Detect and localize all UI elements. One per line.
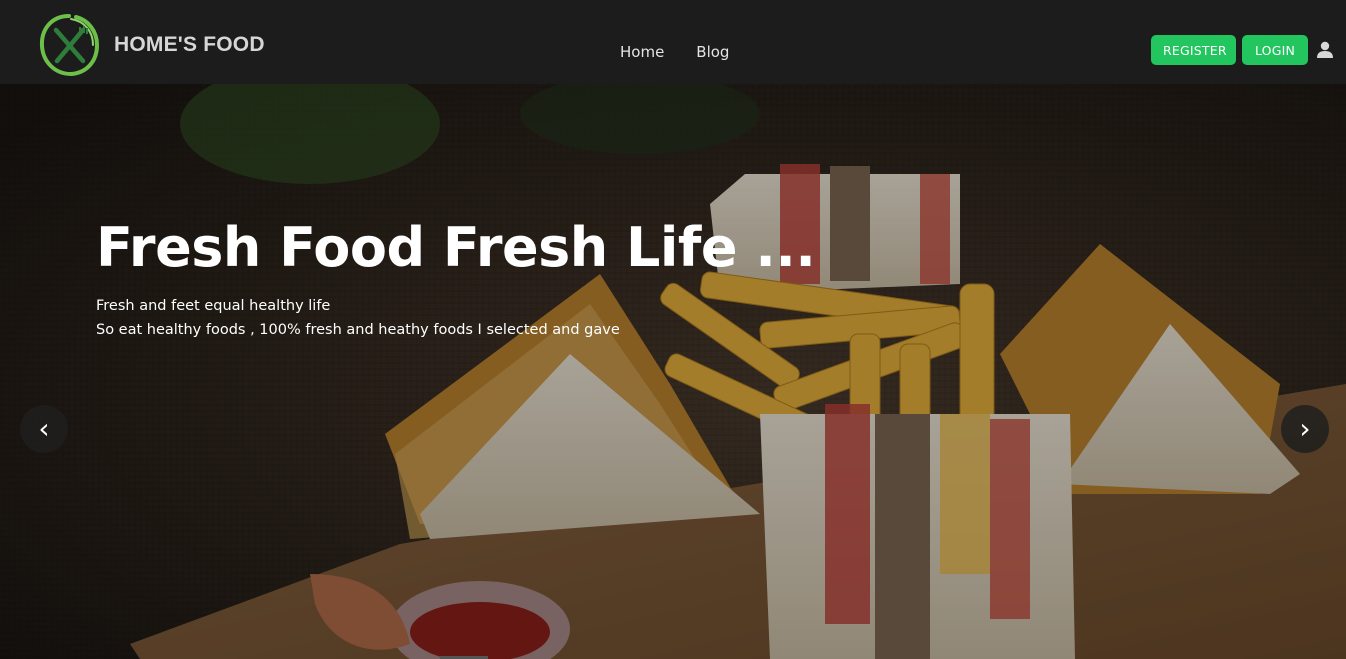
auth-actions: REGISTER LOGIN bbox=[1151, 35, 1334, 65]
navbar: HOME'S FOOD Home Blog REGISTER LOGIN bbox=[0, 0, 1346, 84]
register-button[interactable]: REGISTER bbox=[1151, 35, 1236, 65]
brand[interactable]: HOME'S FOOD bbox=[38, 13, 265, 77]
hero-subtitle: Fresh and feet equal healthy life So eat… bbox=[96, 294, 620, 342]
user-icon[interactable] bbox=[1316, 41, 1334, 59]
brand-name: HOME'S FOOD bbox=[114, 33, 265, 56]
hero-carousel: Fresh Food Fresh Life ... Fresh and feet… bbox=[0, 84, 1346, 659]
chevron-right-icon: › bbox=[1299, 412, 1311, 445]
fork-knife-icon bbox=[39, 14, 100, 77]
hero-overlay bbox=[0, 84, 1346, 659]
login-button[interactable]: LOGIN bbox=[1242, 35, 1308, 65]
chevron-left-icon: ‹ bbox=[38, 412, 50, 445]
nav-link-blog[interactable]: Blog bbox=[696, 42, 729, 62]
main-nav: Home Blog bbox=[620, 42, 729, 62]
hero-subtitle-line-1: Fresh and feet equal healthy life bbox=[96, 298, 331, 314]
hero-subtitle-line-2: So eat healthy foods , 100% fresh and he… bbox=[96, 322, 620, 338]
hero-title: Fresh Food Fresh Life ... bbox=[96, 216, 816, 279]
carousel-prev-button[interactable]: ‹ bbox=[20, 405, 68, 453]
carousel-next-button[interactable]: › bbox=[1281, 405, 1329, 453]
nav-link-home[interactable]: Home bbox=[620, 42, 664, 62]
